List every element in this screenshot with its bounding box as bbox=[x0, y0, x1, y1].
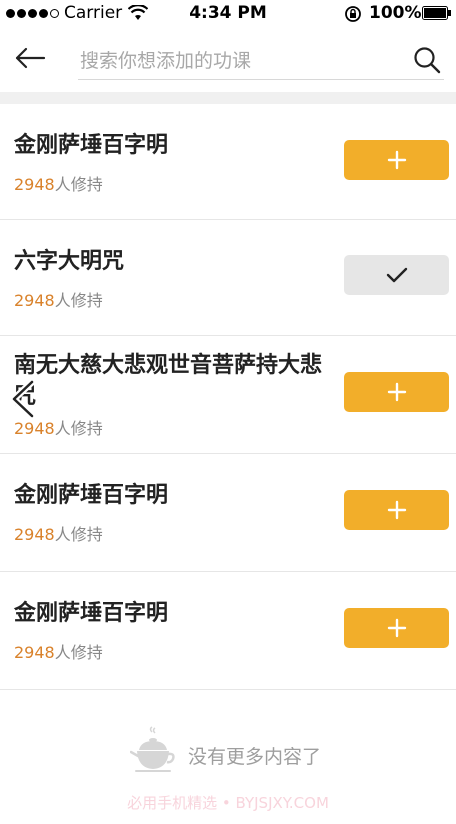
course-title: 金刚萨埵百字明 bbox=[14, 483, 169, 508]
plus-icon bbox=[387, 382, 406, 402]
practitioner-count: 2948 bbox=[14, 525, 55, 544]
course-practitioners: 2948人修持 bbox=[14, 291, 103, 311]
course-practitioners: 2948人修持 bbox=[14, 525, 103, 545]
search-input[interactable] bbox=[78, 42, 444, 80]
course-practitioners: 2948人修持 bbox=[14, 175, 103, 195]
add-course-button[interactable] bbox=[344, 608, 449, 648]
course-list: 金刚萨埵百字明 2948人修持 六字大明咒 2948人修持 南无大慈大悲观世音菩… bbox=[0, 104, 456, 690]
search-icon[interactable] bbox=[413, 46, 441, 74]
rotation-lock-icon bbox=[345, 6, 361, 22]
course-title: 金刚萨埵百字明 bbox=[14, 133, 169, 158]
checkmark-icon bbox=[386, 267, 407, 283]
practitioner-count: 2948 bbox=[14, 291, 55, 310]
course-practitioners: 2948人修持 bbox=[14, 419, 103, 439]
plus-icon bbox=[387, 500, 406, 520]
add-course-button[interactable] bbox=[344, 490, 449, 530]
list-item: 南无大慈大悲观世音菩萨持大悲咒 2948人修持 bbox=[0, 336, 456, 454]
course-title: 金刚萨埵百字明 bbox=[14, 601, 169, 626]
course-title: 六字大明咒 bbox=[14, 249, 125, 274]
added-course-button[interactable] bbox=[344, 255, 449, 295]
watermark: 必用手机精选 • BYJSJXY.COM bbox=[127, 794, 329, 812]
course-title: 南无大慈大悲观世音菩萨持大悲咒 bbox=[14, 353, 323, 409]
list-item: 六字大明咒 2948人修持 bbox=[0, 220, 456, 336]
practitioner-count: 2948 bbox=[14, 419, 55, 438]
practitioner-label: 人修持 bbox=[54, 525, 103, 544]
section-divider bbox=[0, 92, 456, 104]
list-item: 金刚萨埵百字明 2948人修持 bbox=[0, 104, 456, 220]
add-course-button[interactable] bbox=[344, 140, 449, 180]
end-of-list-notice: 没有更多内容了 bbox=[0, 722, 456, 782]
list-item: 金刚萨埵百字明 2948人修持 bbox=[0, 454, 456, 572]
battery-icon bbox=[422, 6, 451, 20]
course-practitioners: 2948人修持 bbox=[14, 643, 103, 663]
practitioner-count: 2948 bbox=[14, 175, 55, 194]
list-item: 金刚萨埵百字明 2948人修持 bbox=[0, 572, 456, 690]
back-arrow-icon[interactable] bbox=[14, 46, 46, 70]
add-course-button[interactable] bbox=[344, 372, 449, 412]
practitioner-label: 人修持 bbox=[54, 643, 103, 662]
battery-percent: 100% bbox=[369, 3, 422, 23]
plus-icon bbox=[387, 618, 406, 638]
search-header bbox=[0, 28, 456, 92]
practitioner-label: 人修持 bbox=[54, 419, 103, 438]
practitioner-count: 2948 bbox=[14, 643, 55, 662]
practitioner-label: 人修持 bbox=[54, 175, 103, 194]
status-bar: Carrier 4:34 PM 100% bbox=[0, 0, 456, 28]
plus-icon bbox=[387, 150, 406, 170]
teapot-icon bbox=[130, 726, 175, 772]
swipe-back-chevron-icon[interactable] bbox=[8, 378, 36, 420]
end-of-list-text: 没有更多内容了 bbox=[188, 746, 322, 768]
practitioner-label: 人修持 bbox=[54, 291, 103, 310]
